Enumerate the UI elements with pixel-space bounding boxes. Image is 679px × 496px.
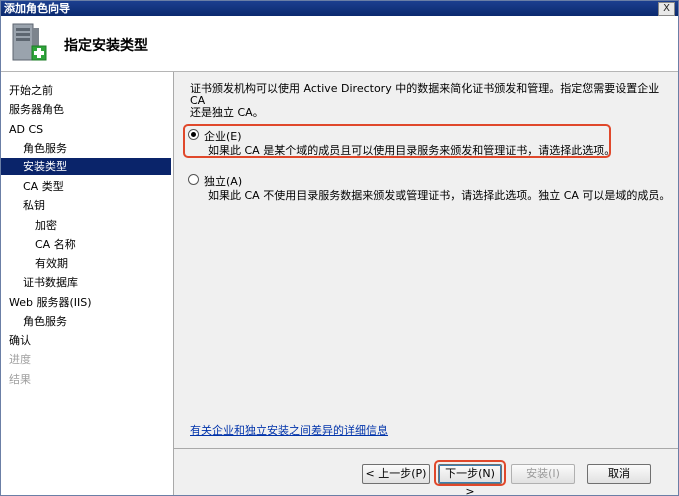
step-progress: 进度 [9, 353, 31, 366]
close-button[interactable]: X [658, 2, 675, 16]
step-confirmation[interactable]: 确认 [9, 332, 169, 349]
step-web-server-iis[interactable]: Web 服务器(IIS) [9, 294, 169, 311]
back-button[interactable]: < 上一步(P) [362, 464, 430, 484]
cancel-button[interactable]: 取消 [587, 464, 651, 484]
enterprise-option[interactable]: 企业(E) 如果此 CA 是某个域的成员且可以使用目录服务来颁发和管理证书，请选… [188, 128, 668, 157]
next-button[interactable]: 下一步(N) > [438, 464, 502, 495]
step-ca-type[interactable]: CA 类型 [23, 178, 169, 195]
step-server-roles[interactable]: 服务器角色 [9, 101, 169, 118]
window-title: 添加角色向导 [4, 2, 70, 15]
setup-type-description: 证书颁发机构可以使用 Active Directory 中的数据来简化证书颁发和… [190, 83, 670, 119]
standalone-option[interactable]: 独立(A) 如果此 CA 不使用目录服务数据来颁发或管理证书，请选择此选项。独立… [188, 173, 671, 202]
server-add-icon [9, 22, 49, 66]
enterprise-description: 如果此 CA 是某个域的成员且可以使用目录服务来颁发和管理证书，请选择此选项。 [208, 144, 616, 157]
standalone-description: 如果此 CA 不使用目录服务数据来颁发或管理证书，请选择此选项。独立 CA 可以… [208, 189, 671, 202]
step-ca-name[interactable]: CA 名称 [35, 236, 169, 253]
step-cryptography[interactable]: 加密 [35, 217, 169, 234]
step-setup-type[interactable]: 安装类型 [1, 158, 171, 175]
step-iis-role-services[interactable]: 角色服务 [23, 313, 169, 330]
standalone-radio[interactable] [188, 174, 199, 185]
main-content: 证书颁发机构可以使用 Active Directory 中的数据来简化证书颁发和… [174, 72, 678, 448]
wizard-footer: < 上一步(P) 下一步(N) > 安装(I) 取消 [174, 448, 678, 495]
title-bar[interactable]: 添加角色向导 X [1, 1, 678, 16]
step-before-you-begin[interactable]: 开始之前 [9, 82, 169, 99]
enterprise-radio[interactable] [188, 129, 199, 140]
step-results: 结果 [9, 373, 31, 386]
step-certificate-database[interactable]: 证书数据库 [23, 274, 169, 291]
step-private-key[interactable]: 私钥 [23, 197, 169, 214]
step-ad-cs[interactable]: AD CS [9, 121, 169, 138]
step-ad-cs-role-services[interactable]: 角色服务 [23, 140, 169, 157]
wizard-window: 添加角色向导 X 指定安装类型 开始之前 服务器角色 AD CS 角色服务 安装… [0, 0, 679, 496]
wizard-steps-sidebar: 开始之前 服务器角色 AD CS 角色服务 安装类型 CA 类型 私钥 加密 C… [1, 72, 174, 495]
install-button: 安装(I) [511, 464, 575, 484]
description-line-1: 证书颁发机构可以使用 Active Directory 中的数据来简化证书颁发和… [190, 82, 660, 107]
more-info-link[interactable]: 有关企业和独立安装之间差异的详细信息 [190, 422, 388, 438]
wizard-header: 指定安装类型 [1, 16, 678, 72]
step-validity-period[interactable]: 有效期 [35, 255, 169, 272]
page-title: 指定安装类型 [64, 38, 148, 54]
description-line-2: 还是独立 CA。 [190, 106, 264, 119]
